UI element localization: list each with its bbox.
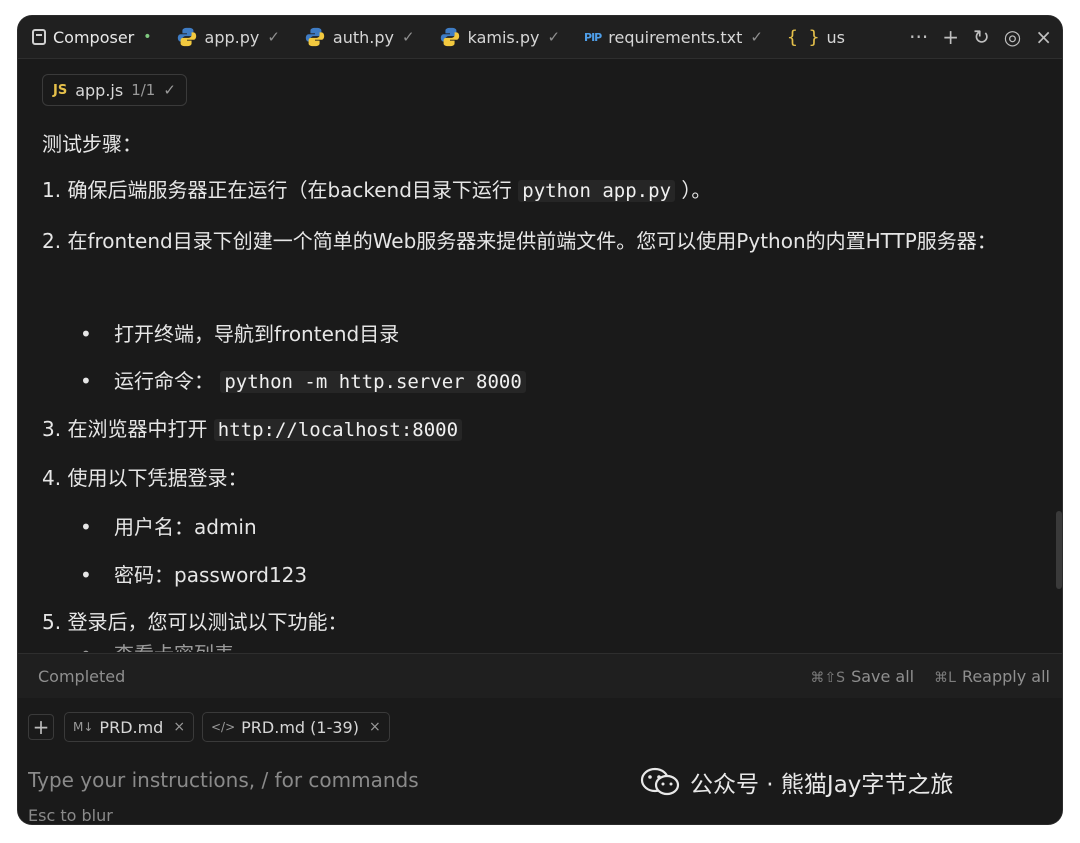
settings-icon[interactable]: ◎ <box>1004 25 1021 49</box>
python-icon <box>305 27 325 47</box>
more-icon[interactable]: ··· <box>909 25 928 49</box>
check-icon: ✓ <box>267 28 280 46</box>
status-bar: Completed ⌘⇧S Save all ⌘L Reapply all <box>18 653 1062 699</box>
watermark: 公众号 · 熊猫Jay字节之旅 <box>640 765 953 799</box>
message-content: JS app.js 1/1 ✓ 测试步骤： 1. 确保后端服务器正在运行（在ba… <box>18 59 1062 652</box>
step-5: 5. 登录后，您可以测试以下功能： <box>42 610 348 634</box>
list-item: • 打开终端，导航到frontend目录 <box>80 322 400 346</box>
instructions-input[interactable] <box>28 768 628 792</box>
shortcut-hint: ⌘L <box>934 669 956 686</box>
tab-requirements-txt[interactable]: PIP requirements.txt ✓ <box>570 16 773 58</box>
tab-label: kamis.py <box>467 27 540 47</box>
close-icon[interactable]: × <box>173 719 185 735</box>
change-count: 1/1 <box>131 81 156 99</box>
blur-hint: Esc to blur <box>28 806 113 824</box>
tab-label: requirements.txt <box>608 27 743 47</box>
completion-status: Completed <box>38 666 126 686</box>
history-icon[interactable]: ↻ <box>973 25 990 49</box>
list-item: • 用户名：admin <box>80 515 257 539</box>
file-name: app.js <box>75 80 124 100</box>
tab-bar: Composer • app.py ✓ auth.py ✓ kamis.py ✓… <box>18 16 1062 59</box>
reapply-all-button[interactable]: ⌘L Reapply all <box>934 667 1050 686</box>
check-icon: ✓ <box>402 28 415 46</box>
add-context-button[interactable]: + <box>28 714 54 740</box>
save-all-button[interactable]: ⌘⇧S Save all <box>810 667 914 686</box>
code-icon: </> <box>211 720 236 734</box>
changed-file-chip[interactable]: JS app.js 1/1 ✓ <box>42 74 187 106</box>
shortcut-hint: ⌘⇧S <box>810 669 846 686</box>
step-4: 4. 使用以下凭据登录： <box>42 466 248 490</box>
tab-actions: ··· + ↻ ◎ × <box>909 25 1062 49</box>
composer-input-area: + M↓ PRD.md × </> PRD.md (1-39) × Esc to… <box>18 698 1062 824</box>
tab-us[interactable]: { } us <box>773 16 855 58</box>
composer-icon <box>32 29 46 45</box>
python-icon <box>177 27 196 47</box>
scrollbar-thumb[interactable] <box>1056 511 1062 589</box>
tab-label: us <box>826 27 845 47</box>
watermark-text: 公众号 · 熊猫Jay字节之旅 <box>690 772 954 798</box>
composer-window: Composer • app.py ✓ auth.py ✓ kamis.py ✓… <box>18 16 1062 824</box>
chip-label: PRD.md <box>99 717 164 737</box>
tab-label: Composer <box>53 27 135 47</box>
tab-label: app.py <box>204 27 260 47</box>
python-icon <box>440 27 459 47</box>
tab-composer[interactable]: Composer • <box>18 16 162 58</box>
unsaved-dot: • <box>143 29 152 45</box>
list-item: • 运行命令： python -m http.server 8000 <box>80 366 526 397</box>
step-2: 2. 在frontend目录下创建一个简单的Web服务器来提供前端文件。您可以使… <box>42 229 997 253</box>
tab-kamis-py[interactable]: kamis.py ✓ <box>425 16 570 58</box>
wechat-icon <box>640 767 680 796</box>
add-icon[interactable]: + <box>942 25 959 49</box>
status-actions: ⌘⇧S Save all ⌘L Reapply all <box>810 667 1062 686</box>
chip-label: PRD.md (1-39) <box>241 717 359 737</box>
tab-app-py[interactable]: app.py ✓ <box>162 16 290 58</box>
inline-code: http://localhost:8000 <box>213 419 463 441</box>
tab-label: auth.py <box>332 27 394 47</box>
tab-auth-py[interactable]: auth.py ✓ <box>290 16 425 58</box>
step-1: 1. 确保后端服务器正在运行（在backend目录下运行 python app.… <box>42 178 712 202</box>
step-3: 3. 在浏览器中打开 http://localhost:8000 <box>42 414 463 445</box>
check-icon: ✓ <box>547 28 561 46</box>
check-icon: ✓ <box>750 28 763 46</box>
markdown-icon: M↓ <box>73 720 94 734</box>
json-braces-icon: { } <box>787 26 820 48</box>
steps-heading: 测试步骤： <box>42 132 142 156</box>
javascript-icon: JS <box>53 82 68 98</box>
list-item: • 密码：password123 <box>80 563 308 587</box>
context-chip[interactable]: </> PRD.md (1-39) × <box>202 712 390 742</box>
inline-code: python -m http.server 8000 <box>220 371 526 393</box>
close-icon[interactable]: × <box>369 719 381 735</box>
check-icon: ✓ <box>163 81 176 99</box>
inline-code: python app.py <box>518 180 676 202</box>
pip-icon: PIP <box>584 30 602 44</box>
close-icon[interactable]: × <box>1035 25 1052 49</box>
list-item: •查看卡密列表 <box>80 639 234 652</box>
context-chip[interactable]: M↓ PRD.md × <box>64 712 195 742</box>
